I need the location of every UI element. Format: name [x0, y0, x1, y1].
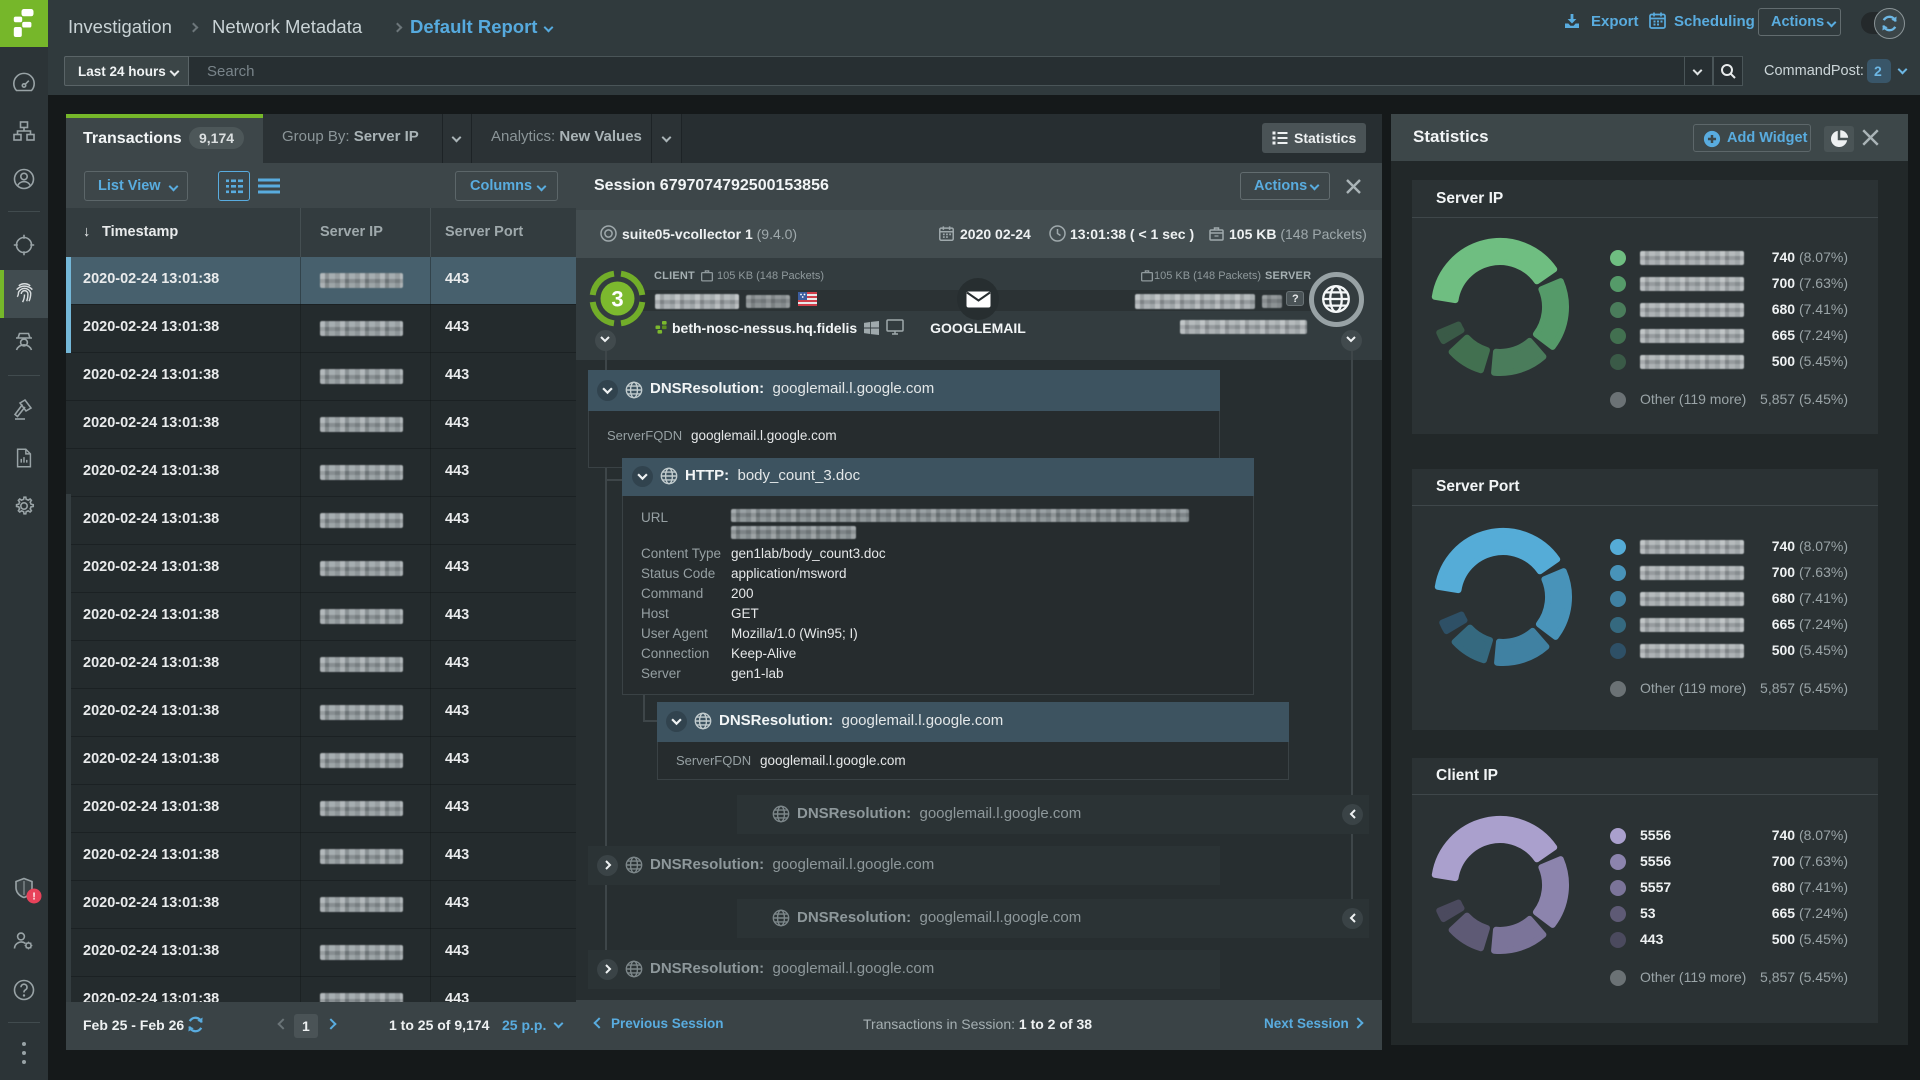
svg-text:!: !	[32, 892, 35, 903]
svg-text:3: 3	[611, 287, 623, 312]
